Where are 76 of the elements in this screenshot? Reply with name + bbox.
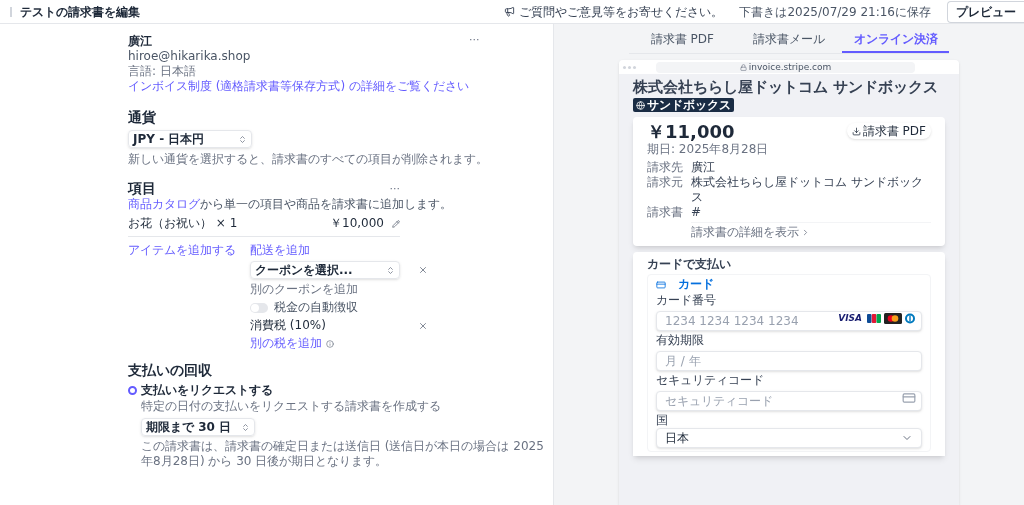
download-pdf-button[interactable]: 請求書 PDF [846,123,931,139]
due-select[interactable]: 期限まで 30 日 [141,418,256,436]
select-arrows-icon [238,134,247,144]
input-field[interactable]: 月 / 年 [656,351,922,371]
close-icon[interactable] [418,265,428,275]
radio-label: 支払いをリクエストする [141,383,273,398]
country-select[interactable]: 日本 [656,428,922,448]
preview-tab[interactable]: 請求書 PDF [629,30,736,53]
field-label: セキュリティコード [656,373,765,387]
card-icon [656,279,666,290]
edit-icon[interactable] [392,219,400,228]
due-note: この請求書は、請求書の確定日または送信日 (送信日が本日の場合は 2025年8月28日) から 30 日後が期日となります。 [141,439,545,469]
visa-logo: VISA [837,314,863,323]
add-shipping-link[interactable]: 配送を追加 [250,243,428,258]
lock-icon [739,63,747,71]
detail-value: 廣江 [691,160,715,175]
currency-note: 新しい通貨を選択すると、請求書のすべての項目が削除されます。 [128,152,489,167]
invoice-info-link[interactable]: インボイス制度 (適格請求書等保存方式) の詳細をご覧ください [128,79,469,94]
preview-tab[interactable]: 請求書メール [735,30,843,53]
catalog-note: 商品カタログから単一の項目や商品を請求書に追加します。 [128,197,453,212]
input-field[interactable]: セキュリティコード [656,391,922,411]
customer-email: hiroe@hikarika.shop [128,49,252,64]
mastercard-icon [884,313,902,324]
payment-heading: カードで支払い [647,257,732,272]
chevron-right-icon [801,228,810,237]
add-coupon-text: 別のクーポンを追加 [250,282,359,297]
field-label: カード番号 [656,293,717,307]
item-amount: ￥10,000 [330,216,384,231]
catalog-link[interactable]: 商品カタログ [128,197,200,211]
save-status: 下書きは2025/07/29 21:16に保存 [739,3,931,21]
url-text: invoice.stripe.com [748,62,832,72]
card-icon [902,391,916,405]
section-heading: 通貨 [128,108,157,126]
currency-select[interactable]: JPY - 日本円 [128,130,252,148]
section-heading: 支払いの回収 [128,361,213,379]
radio-button[interactable] [128,386,137,395]
toggle-switch[interactable] [250,302,268,313]
sidebar-edge [10,6,12,17]
customer-language: 言語: 日本語 [128,64,197,79]
coupon-select[interactable]: クーポンを選択... [250,261,400,279]
select-arrows-icon [241,422,251,432]
preview-tab[interactable]: オンライン決済 [842,30,949,53]
add-item-link[interactable]: アイテムを追加する [128,243,236,258]
detail-value: # [691,205,702,220]
detail-label: 請求元 [647,175,684,191]
megaphone-icon [504,6,516,17]
add-tax-link[interactable]: 別の税を追加 [250,336,322,351]
globe-icon [636,100,645,110]
toggle-label: 税金の自動徴収 [274,300,358,315]
page-title: テストの請求書を編集 [20,3,140,21]
more-button[interactable]: ··· [389,182,400,194]
select-arrows-icon [386,265,395,275]
invoice-amount: ￥11,000 [647,123,735,141]
payment-method-tab[interactable]: カード [678,277,714,292]
detail-label: 請求書 [647,205,684,220]
item-name: お花（お祝い） × 1 [128,216,238,231]
field-label: 有効期限 [656,333,705,347]
field-label: 国 [656,413,669,427]
close-icon[interactable] [418,320,428,331]
preview-button[interactable]: プレビュー [947,0,1024,23]
feedback-link[interactable]: ご質問やご意見等をお寄せください。 [519,2,724,21]
download-icon [851,126,861,136]
due-date: 期日: 2025年8月28日 [647,142,770,157]
detail-value: 株式会社ちらし屋ドットコム サンドボックス [691,175,924,205]
section-heading: 項目 [128,179,156,197]
invoice-details-link[interactable]: 請求書の詳細を表示 [691,225,799,240]
sandbox-badge: サンドボックス [633,98,734,112]
info-icon [326,339,334,348]
more-button[interactable]: ··· [469,34,480,45]
card-logo-icon [866,313,882,324]
customer-name: 廣江 [128,34,153,49]
tax-name: 消費税 (10%) [250,318,326,333]
diners-icon [904,313,916,324]
detail-label: 請求先 [647,160,684,175]
radio-description: 特定の日付の支払いをリクエストする請求書を作成する [140,399,442,414]
company-name: 株式会社ちらし屋ドットコム サンドボックス [633,78,940,96]
